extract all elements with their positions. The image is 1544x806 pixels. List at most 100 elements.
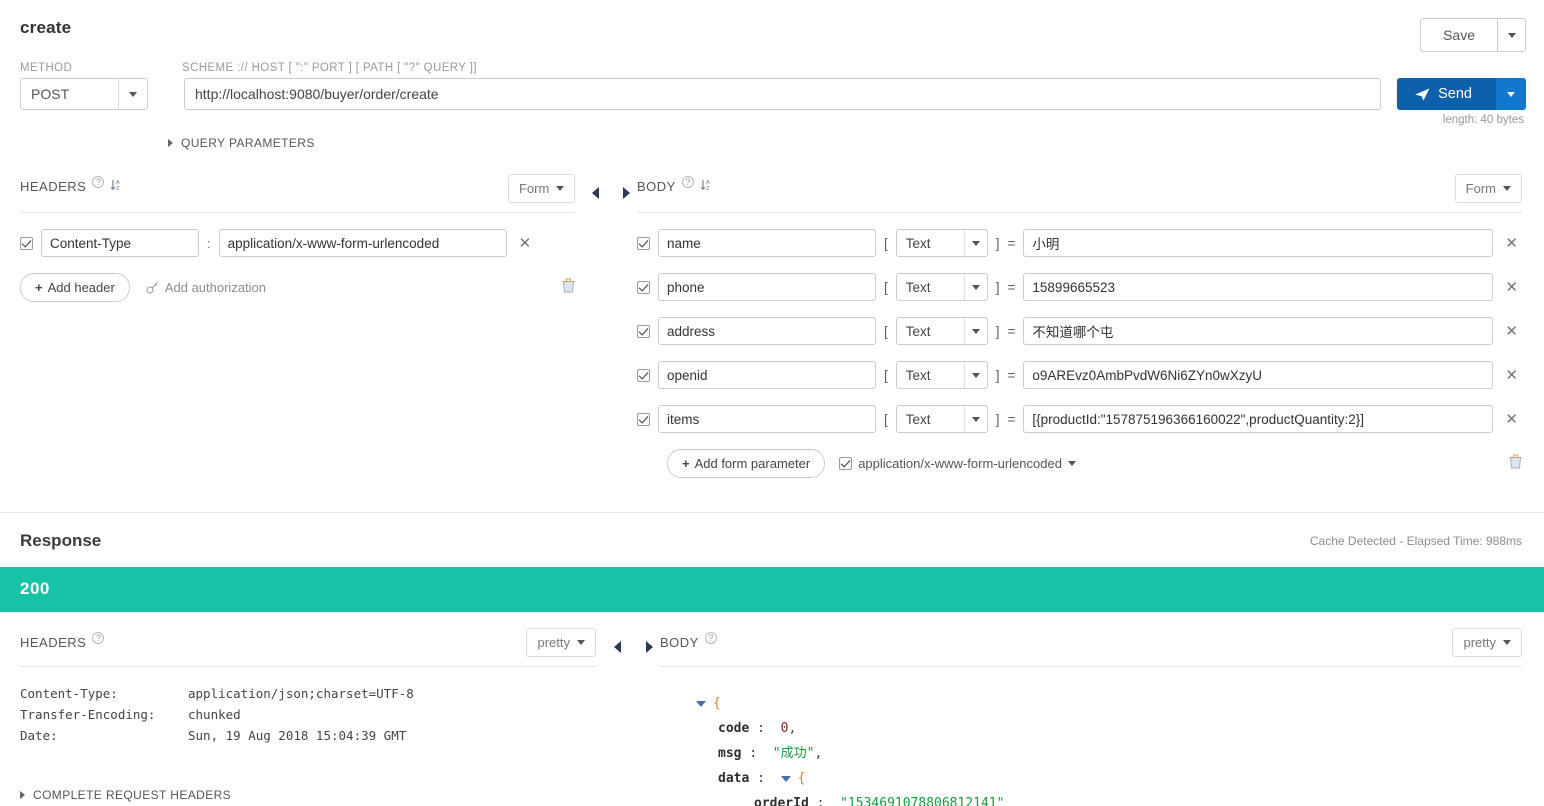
type-select-divider [963,274,965,300]
collapse-right-icon[interactable] [645,641,653,653]
form-param-key-input[interactable] [657,361,876,389]
form-param-key-input[interactable] [657,317,876,345]
help-icon[interactable]: ? [92,176,105,188]
json-line: msg : "成功" , [682,741,1522,766]
complete-request-headers-label: COMPLETE REQUEST HEADERS [33,788,232,802]
form-param-enabled-checkbox[interactable] [636,324,650,338]
json-key: code [718,721,750,736]
form-param-type-value: Text [905,279,931,295]
response-section: Response Cache Detected - Elapsed Time: … [0,513,1544,806]
add-authorization-button[interactable]: Add authorization [146,280,266,295]
save-button[interactable]: Save [1420,18,1498,52]
chevron-down-icon [1507,91,1515,97]
form-param-key-input[interactable] [657,405,876,433]
remove-form-param-icon[interactable]: ✕ [1501,366,1522,384]
form-param-key-input[interactable] [657,229,876,257]
close-bracket: ] [995,279,1000,295]
send-dropdown-button[interactable] [1496,78,1526,110]
send-button-label: Send [1438,86,1472,102]
form-param-enabled-checkbox[interactable] [636,368,650,382]
form-param-row: [ Text ] = ✕ [636,229,1522,257]
help-icon[interactable]: ? [704,632,717,644]
close-bracket: ] [995,323,1000,339]
chevron-down-icon [971,241,980,246]
save-dropdown-button[interactable] [1498,18,1526,52]
request-body-pane: BODY ? A Z Form name [Text] = 小明 ✕ pho… [636,174,1544,478]
help-icon[interactable]: ? [681,176,694,188]
clear-body-icon[interactable] [1509,454,1522,474]
collapse-left-icon[interactable] [613,641,621,653]
form-param-value-input[interactable] [1023,273,1494,301]
form-param-type-select[interactable]: Text [895,361,988,389]
content-type-toggle[interactable]: application/x-www-form-urlencoded [839,456,1076,471]
request-panes: HEADERS ? A Z Form Content-Type: applic… [0,174,1544,478]
sort-alpha-icon[interactable]: A Z [110,178,124,197]
form-param-enabled-checkbox[interactable] [636,236,650,250]
header-value-input[interactable] [218,229,507,257]
response-body-mode-button[interactable]: pretty [1452,628,1522,657]
close-bracket: ] [995,367,1000,383]
headers-mode-label: Form [518,181,550,196]
add-header-button[interactable]: + Add header [20,273,130,302]
equals-sign: = [1007,279,1016,295]
chevron-down-icon [1507,32,1516,38]
response-headers-mode-label: pretty [537,635,570,650]
json-open-brace: { [797,771,806,786]
form-param-value-input[interactable] [1023,317,1494,345]
method-select[interactable]: POST [20,78,148,110]
form-param-type-select[interactable]: Text [895,405,988,433]
json-value: "1534691078806812141" [840,796,1005,806]
remove-form-param-icon[interactable]: ✕ [1501,410,1522,428]
content-type-checkbox[interactable] [839,457,853,470]
headers-mode-button[interactable]: Form [507,174,576,203]
help-icon[interactable]: ? [92,632,105,644]
clear-headers-icon[interactable] [562,278,575,298]
header-enabled-checkbox[interactable] [20,236,33,250]
body-pane-title: BODY [636,179,676,194]
form-param-value-input[interactable] [1023,361,1494,389]
close-bracket: ] [995,235,1000,251]
form-param-type-select[interactable]: Text [895,317,988,345]
collapse-toggle-icon[interactable] [780,775,791,782]
json-key: msg [718,746,742,761]
chevron-right-icon [168,139,173,147]
collapse-left-icon[interactable] [592,187,600,199]
remove-form-param-icon[interactable]: ✕ [1501,322,1522,340]
page-title: create [20,18,72,37]
remove-header-icon[interactable]: ✕ [515,234,536,252]
response-header-row: Date: Sun, 19 Aug 2018 15:04:39 GMT [20,725,596,746]
response-header-row: Response Cache Detected - Elapsed Time: … [0,513,1544,567]
request-title-row: create Save [0,0,1544,52]
sort-alpha-icon[interactable]: A Z [700,178,714,197]
query-parameters-toggle[interactable]: QUERY PARAMETERS [168,136,315,150]
send-split-button[interactable]: Send [1397,78,1526,110]
url-input[interactable] [184,78,1382,110]
add-form-parameter-button[interactable]: + Add form parameter [666,449,826,478]
body-mode-button[interactable]: Form [1454,174,1522,203]
json-value: 0 [780,721,789,736]
response-headers-table: Content-Type: application/json;charset=U… [20,683,596,746]
send-button[interactable]: Send [1397,78,1496,110]
response-body-collapse-col [638,628,660,806]
form-param-enabled-checkbox[interactable] [636,412,650,426]
response-headers-mode-button[interactable]: pretty [526,628,596,657]
remove-form-param-icon[interactable]: ✕ [1501,234,1522,252]
complete-request-headers-toggle[interactable]: COMPLETE REQUEST HEADERS [20,788,231,802]
header-key-input[interactable] [41,229,199,257]
form-param-key-input[interactable] [657,273,876,301]
remove-form-param-icon[interactable]: ✕ [1501,278,1522,296]
collapse-toggle-icon[interactable] [696,700,706,707]
form-param-type-select[interactable]: Text [895,229,988,257]
collapse-right-icon[interactable] [622,187,630,199]
request-length-note: length: 40 bytes [1442,114,1524,126]
svg-text:Z: Z [706,186,710,192]
method-label: METHOD [20,62,73,74]
form-param-enabled-checkbox[interactable] [636,280,650,294]
json-comma: , [788,721,797,736]
save-split-button[interactable]: Save [1420,18,1526,52]
form-param-type-select[interactable]: Text [895,273,988,301]
form-param-value-input[interactable] [1023,405,1494,433]
form-param-value-input[interactable] [1023,229,1494,257]
chevron-down-icon [971,329,980,334]
response-header-name: Content-Type: [20,686,118,701]
